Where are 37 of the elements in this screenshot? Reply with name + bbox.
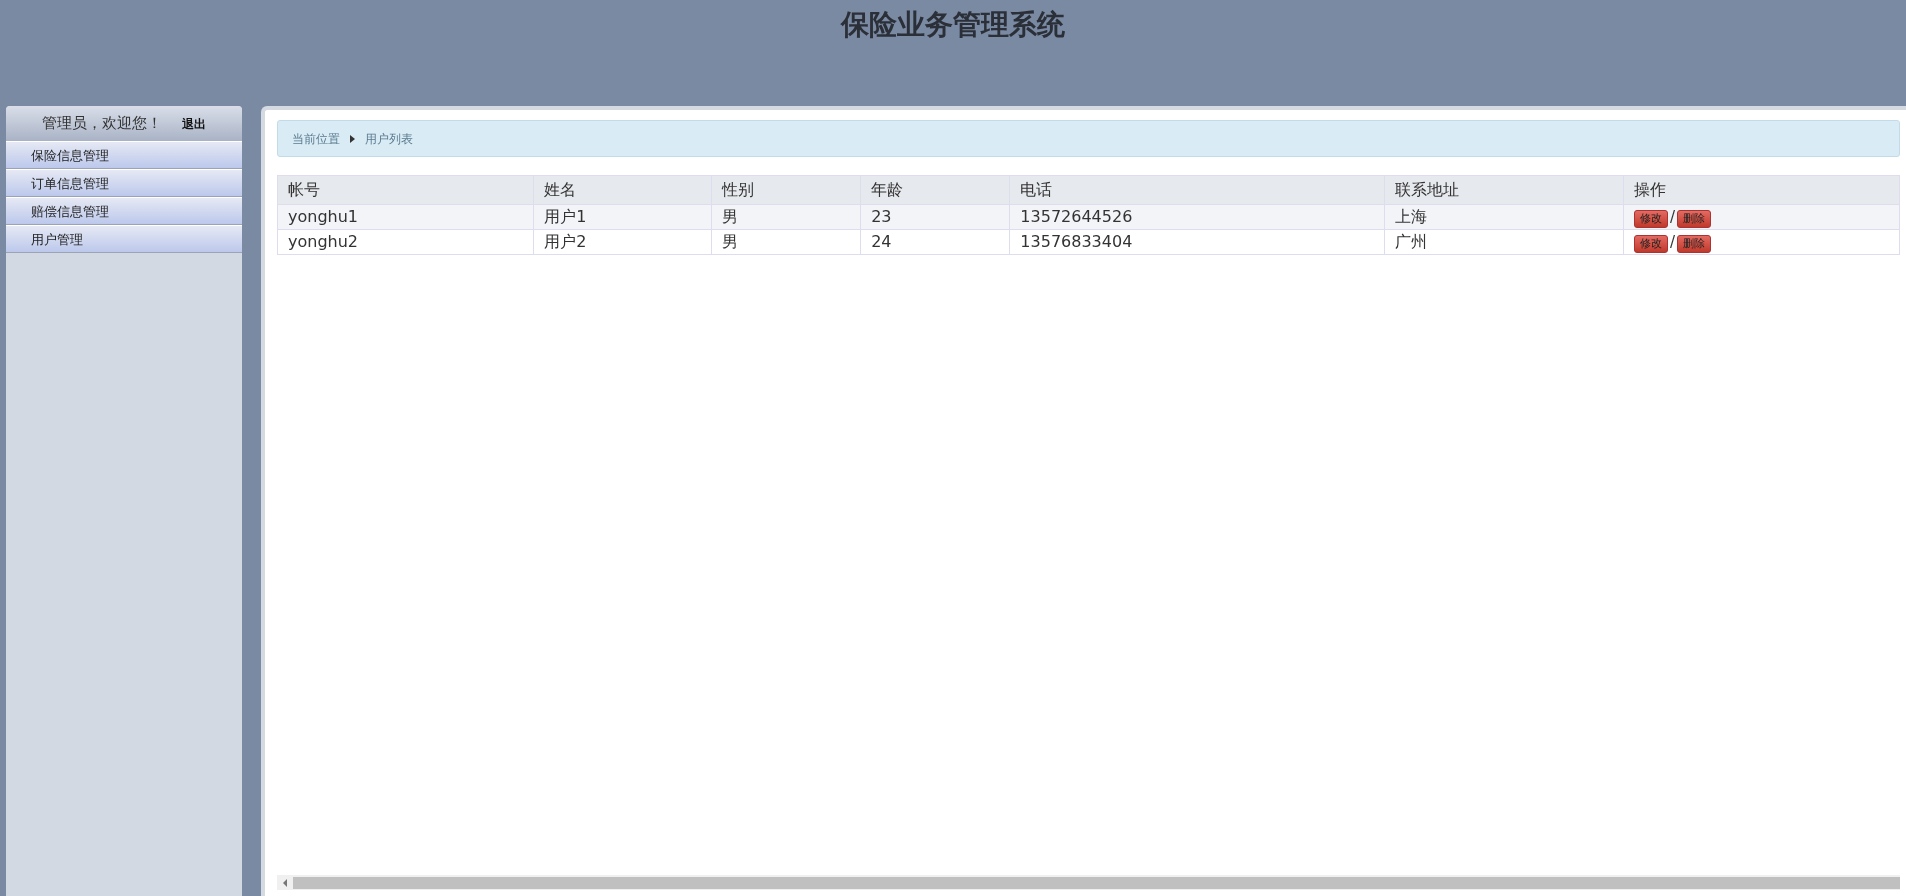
column-header: 联系地址 — [1384, 175, 1624, 205]
sidebar-item[interactable]: 保险信息管理 — [6, 141, 242, 169]
table-cell: 上海 — [1384, 204, 1624, 230]
table-cell: 23 — [860, 204, 1010, 230]
horizontal-scrollbar[interactable] — [277, 875, 1900, 890]
breadcrumb-current: 用户列表 — [365, 130, 413, 148]
column-header: 姓名 — [533, 175, 712, 205]
table-cell: yonghu2 — [277, 229, 534, 255]
table-cell: 用户1 — [533, 204, 712, 230]
breadcrumb-label: 当前位置 — [292, 130, 340, 148]
table-cell: 广州 — [1384, 229, 1624, 255]
edit-button[interactable]: 修改 — [1633, 210, 1668, 228]
table-cell: 13576833404 — [1009, 229, 1385, 255]
delete-button[interactable]: 删除 — [1677, 210, 1711, 228]
logout-link[interactable]: 退出 — [182, 114, 206, 133]
table-cell: 男 — [711, 229, 861, 255]
edit-button[interactable]: 修改 — [1633, 235, 1668, 253]
separator-text: / — [1669, 233, 1675, 251]
welcome-text: 管理员，欢迎您！ — [42, 113, 162, 135]
sidebar-item[interactable]: 订单信息管理 — [6, 169, 242, 197]
left-arrow-icon[interactable] — [283, 878, 287, 887]
sidebar-item[interactable]: 用户管理 — [6, 225, 242, 253]
column-header: 操作 — [1623, 175, 1900, 205]
table-cell: 24 — [860, 229, 1010, 255]
table-cell: yonghu1 — [277, 204, 534, 230]
sidebar-item[interactable]: 赔偿信息管理 — [6, 197, 242, 225]
column-header: 电话 — [1009, 175, 1385, 205]
column-header: 年龄 — [860, 175, 1010, 205]
table-cell: 用户2 — [533, 229, 712, 255]
column-header: 帐号 — [277, 175, 534, 205]
page-title: 保险业务管理系统 — [841, 7, 1065, 43]
caret-icon — [350, 134, 355, 143]
delete-button[interactable]: 删除 — [1677, 235, 1711, 253]
separator-text: / — [1669, 208, 1675, 226]
column-header: 性别 — [711, 175, 861, 205]
table-cell: 13572644526 — [1009, 204, 1385, 230]
table-cell: 男 — [711, 204, 861, 230]
